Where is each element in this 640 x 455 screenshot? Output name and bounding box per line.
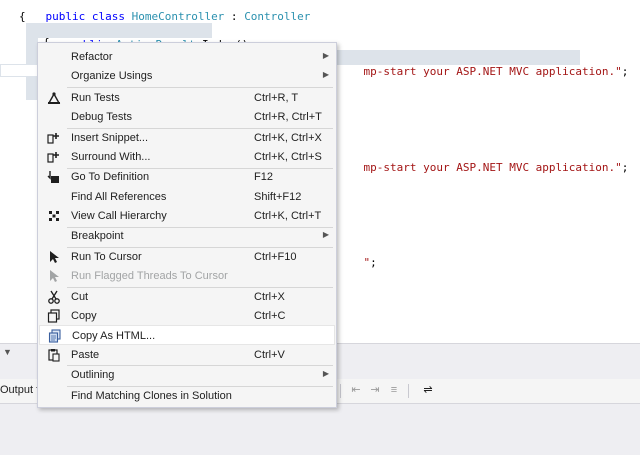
menu-item-run-to-cursor[interactable]: Run To Cursor Ctrl+F10 [39,247,335,267]
toolbar-separator [340,384,341,398]
paste-icon [47,348,61,362]
menu-item-shortcut: Ctrl+R, T [254,92,299,104]
find-message-icon[interactable]: ⇤ [349,383,363,397]
code-line: "; [337,242,377,284]
insert-snippet-icon [47,131,61,145]
type-name: Controller [244,10,311,23]
menu-item-label: Surround With... [71,151,151,163]
menu-item-shortcut: Ctrl+V [254,349,285,361]
menu-item-breakpoint[interactable]: Breakpoint ▶ [39,226,335,246]
menu-item-label: Refactor [71,51,113,63]
menu-item-insert-snippet[interactable]: Insert Snippet... Ctrl+K, Ctrl+X [39,128,335,148]
copy-html-icon [48,329,62,343]
call-hierarchy-icon [47,209,61,223]
menu-item-label: Organize Usings [71,70,153,82]
cursor-arrow-icon [47,250,61,264]
menu-item-label: Run Tests [71,92,120,104]
code-line: mp-start your ASP.NET MVC application."; [337,51,629,93]
code-text: ; [621,65,629,78]
code-line: { [19,10,26,24]
menu-item-paste[interactable]: Paste Ctrl+V [39,345,335,365]
menu-item-run-flagged-threads[interactable]: Run Flagged Threads To Cursor [39,266,335,286]
menu-item-view-call-hierarchy[interactable]: View Call Hierarchy Ctrl+K, Ctrl+T [39,206,335,226]
menu-item-label: Run Flagged Threads To Cursor [71,270,228,282]
code-text: ; [621,161,629,174]
run-tests-icon [47,91,61,105]
code-line: mp-start your ASP.NET MVC application."; [337,147,629,189]
menu-item-label: Find All References [71,191,167,203]
menu-item-cut[interactable]: Cut Ctrl+X [39,287,335,307]
submenu-arrow-icon: ▶ [322,230,329,239]
menu-item-shortcut: Ctrl+F10 [254,251,297,263]
menu-item-surround-with[interactable]: Surround With... Ctrl+K, Ctrl+S [39,147,335,167]
menu-item-label: Cut [71,291,89,303]
menu-item-shortcut: Ctrl+R, Ctrl+T [254,111,322,123]
menu-item-find-all-references[interactable]: Find All References Shift+F12 [39,187,335,207]
menu-item-label: Debug Tests [71,111,132,123]
code-text: : [224,10,245,23]
toolbar-separator [408,384,409,398]
word-wrap-icon[interactable]: ⇌ [421,383,435,397]
menu-item-refactor[interactable]: Refactor ▶ [39,47,335,67]
submenu-arrow-icon: ▶ [322,369,329,378]
zoom-dropdown-arrow-icon[interactable]: ▼ [3,344,12,360]
menu-item-shortcut: Ctrl+C [254,310,286,322]
menu-item-debug-tests[interactable]: Debug Tests Ctrl+R, Ctrl+T [39,107,335,127]
menu-item-shortcut: F12 [254,171,273,183]
code-text: ; [370,256,377,269]
context-menu: Refactor ▶ Organize Usings ▶ Run Tests C… [37,42,337,408]
submenu-arrow-icon: ▶ [322,51,329,60]
string-literal: mp-start your ASP.NET MVC application." [363,161,622,174]
menu-item-shortcut: Ctrl+K, Ctrl+S [254,151,322,163]
menu-item-label: Copy As HTML... [72,330,156,342]
menu-item-go-to-definition[interactable]: Go To Definition F12 [39,167,335,187]
menu-item-copy-as-html[interactable]: Copy As HTML... [39,325,335,345]
menu-item-label: Outlining [71,369,115,381]
scissors-icon [47,290,61,304]
menu-item-copy[interactable]: Copy Ctrl+C [39,306,335,326]
go-to-definition-icon [47,170,61,184]
menu-item-shortcut: Ctrl+X [254,291,285,303]
selection-highlight [0,64,38,77]
next-message-icon[interactable]: ≡ [387,383,401,397]
cursor-arrow-icon [47,269,61,283]
menu-item-label: View Call Hierarchy [71,210,167,222]
output-text-area[interactable] [0,404,640,455]
menu-item-outlining[interactable]: Outlining ▶ [39,365,335,385]
menu-item-label: Paste [71,349,100,361]
keyword: public class [45,10,132,23]
menu-item-label: Breakpoint [71,230,124,242]
menu-item-shortcut: Shift+F12 [254,191,302,203]
prev-message-icon[interactable]: ⇥ [368,383,382,397]
type-name: HomeController [131,10,225,23]
menu-item-shortcut: Ctrl+K, Ctrl+X [254,132,322,144]
menu-item-find-matching-clones[interactable]: Find Matching Clones in Solution [39,386,335,406]
menu-item-label: Find Matching Clones in Solution [71,390,232,402]
menu-item-label: Copy [71,310,97,322]
menu-item-shortcut: Ctrl+K, Ctrl+T [254,210,322,222]
copy-icon [47,309,61,323]
menu-item-label: Go To Definition [71,171,150,183]
code-text: { [19,10,26,23]
menu-item-run-tests[interactable]: Run Tests Ctrl+R, T [39,88,335,108]
submenu-arrow-icon: ▶ [322,70,329,79]
menu-item-label: Run To Cursor [71,251,142,263]
string-literal: mp-start your ASP.NET MVC application." [363,65,622,78]
surround-with-icon [47,150,61,164]
menu-item-organize-usings[interactable]: Organize Usings ▶ [39,66,335,86]
menu-item-label: Insert Snippet... [71,132,149,144]
